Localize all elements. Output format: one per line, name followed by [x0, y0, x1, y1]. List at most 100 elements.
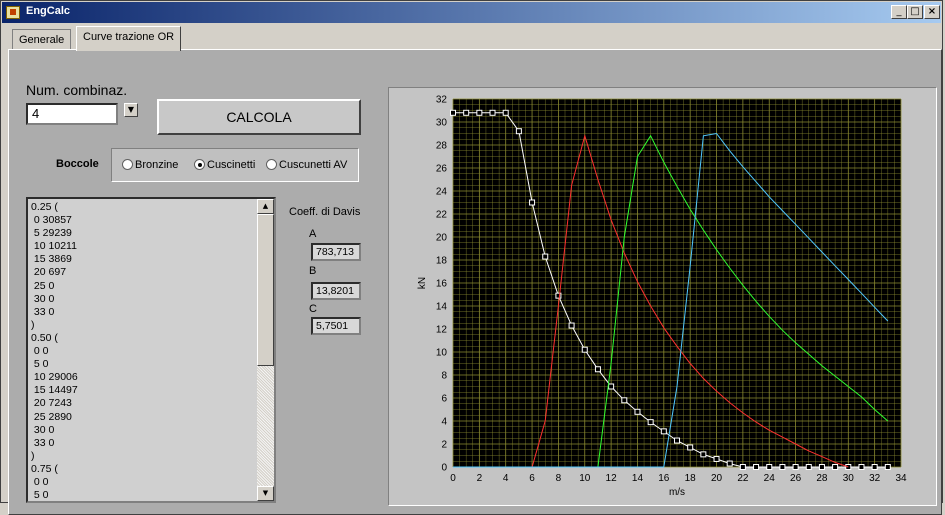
- y-tick-label: 20: [436, 233, 448, 244]
- close-button[interactable]: ×: [924, 5, 940, 19]
- series-point-0: [832, 464, 839, 470]
- davis-label-c: C: [309, 303, 317, 315]
- y-tick-label: 26: [436, 164, 448, 175]
- y-tick-label: 24: [436, 187, 448, 198]
- y-tick-label: 18: [436, 256, 448, 267]
- app-icon: [6, 6, 20, 19]
- x-tick-label: 28: [816, 473, 828, 484]
- series-point-0: [766, 464, 773, 470]
- x-tick-label: 18: [685, 473, 697, 484]
- series-point-0: [884, 464, 891, 470]
- x-tick-label: 6: [529, 473, 535, 484]
- davis-label-a: A: [309, 228, 317, 240]
- x-tick-label: 34: [895, 473, 907, 484]
- x-tick-label: 10: [579, 473, 591, 484]
- series-point-0: [858, 464, 865, 470]
- series-point-0: [660, 428, 667, 435]
- series-point-0: [726, 460, 733, 467]
- series-point-0: [463, 109, 470, 116]
- series-point-0: [871, 464, 878, 470]
- x-tick-label: 12: [606, 473, 618, 484]
- y-tick-label: 16: [436, 279, 448, 290]
- y-tick-label: 10: [436, 348, 448, 359]
- series-point-0: [634, 408, 641, 415]
- series-point-0: [529, 199, 536, 206]
- series-point-0: [792, 464, 799, 470]
- x-tick-label: 26: [790, 473, 802, 484]
- series-point-0: [581, 346, 588, 353]
- num-combinazioni-input[interactable]: 4: [26, 103, 118, 125]
- y-tick-label: 0: [441, 463, 447, 474]
- series-point-0: [805, 464, 812, 470]
- y-tick-label: 6: [441, 394, 447, 405]
- results-textbox[interactable]: 0.25 ( 0 30857 5 29239 10 10211 15 3869 …: [26, 197, 276, 503]
- davis-title: Coeff. di Davis: [289, 206, 361, 218]
- series-point-0: [568, 322, 575, 329]
- y-tick-label: 32: [436, 95, 448, 106]
- dropdown-arrow-icon[interactable]: ▼: [124, 103, 138, 117]
- traction-chart: 0 2 4 6 8 10 12 14 16 18 20 22 24 26 28 30 32 34024681012…: [417, 95, 907, 499]
- boccole-radio-group: Bronzine Cuscinetti Cuscunetti AV: [111, 148, 359, 182]
- series-point-0: [502, 109, 509, 116]
- x-tick-label: 24: [764, 473, 776, 484]
- series-point-0: [647, 419, 654, 426]
- x-tick-label: 8: [556, 473, 562, 484]
- scroll-up-icon[interactable]: ▲: [257, 199, 274, 214]
- davis-value-b: 13,8201: [311, 282, 361, 300]
- scroll-down-icon[interactable]: ▼: [257, 486, 274, 501]
- x-tick-label: 0: [450, 473, 456, 484]
- num-combinazioni-label: Num. combinaz.: [26, 82, 128, 98]
- series-point-0: [489, 109, 496, 116]
- y-tick-label: 28: [436, 141, 448, 152]
- radio-cuscunetti-av[interactable]: Cuscunetti AV: [266, 159, 347, 173]
- vertical-scrollbar[interactable]: ▲ ▼: [257, 199, 274, 501]
- radio-circle-icon: [122, 159, 133, 170]
- series-point-0: [515, 128, 522, 135]
- minimize-button[interactable]: _: [891, 5, 907, 19]
- series-point-0: [608, 383, 615, 390]
- x-tick-label: 30: [843, 473, 855, 484]
- series-point-0: [753, 464, 760, 470]
- series-point-0: [542, 253, 549, 260]
- y-tick-label: 22: [436, 210, 448, 221]
- series-point-0: [674, 437, 680, 444]
- x-tick-label: 32: [869, 473, 881, 484]
- series-point-0: [818, 464, 825, 470]
- x-tick-label: 16: [658, 473, 670, 484]
- y-tick-label: 8: [441, 371, 447, 382]
- series-point-0: [700, 451, 707, 458]
- davis-label-b: B: [309, 265, 317, 277]
- x-tick-label: 4: [503, 473, 509, 484]
- client-area: Generale Curve trazione OR Num. combinaz…: [4, 25, 942, 515]
- x-tick-label: 14: [632, 473, 644, 484]
- x-tick-label: 2: [477, 473, 483, 484]
- tab-curve-trazione[interactable]: Curve trazione OR: [76, 26, 182, 51]
- series-point-0: [687, 444, 694, 451]
- title-bar: EngCalc _ □ ×: [2, 2, 941, 23]
- y-tick-label: 4: [441, 417, 447, 428]
- calcola-button[interactable]: CALCOLA: [157, 99, 361, 135]
- series-point-0: [476, 109, 483, 116]
- davis-value-a: 783,713: [311, 243, 361, 261]
- radio-circle-icon: [266, 159, 277, 170]
- series-point-0: [621, 397, 628, 404]
- radio-cuscinetti[interactable]: Cuscinetti: [194, 159, 255, 173]
- series-point-0: [739, 464, 746, 470]
- series-point-0: [779, 464, 786, 470]
- tab-panel: Num. combinaz. 4 ▼ CALCOLA Boccole Bronz…: [8, 49, 942, 515]
- maximize-button[interactable]: □: [907, 5, 923, 19]
- radio-selected-icon: [194, 159, 205, 170]
- x-tick-label: 20: [711, 473, 723, 484]
- scroll-thumb[interactable]: [257, 214, 274, 366]
- x-axis-label: m/s: [669, 487, 685, 498]
- davis-value-c: 5,7501: [311, 317, 361, 335]
- tab-generale[interactable]: Generale: [12, 29, 72, 50]
- x-tick-label: 22: [737, 473, 749, 484]
- results-text: 0.25 ( 0 30857 5 29239 10 10211 15 3869 …: [31, 201, 78, 502]
- y-tick-label: 14: [436, 302, 448, 313]
- series-point-0: [450, 109, 456, 116]
- traction-chart-frame: 0 2 4 6 8 10 12 14 16 18 20 22 24 26 28 30 32 34 0 2 4 6 8 10 12…: [388, 87, 937, 506]
- window-title: EngCalc: [26, 5, 71, 17]
- app-window: EngCalc _ □ × Generale Curve trazione OR…: [0, 0, 943, 515]
- radio-bronzine[interactable]: Bronzine: [122, 159, 178, 173]
